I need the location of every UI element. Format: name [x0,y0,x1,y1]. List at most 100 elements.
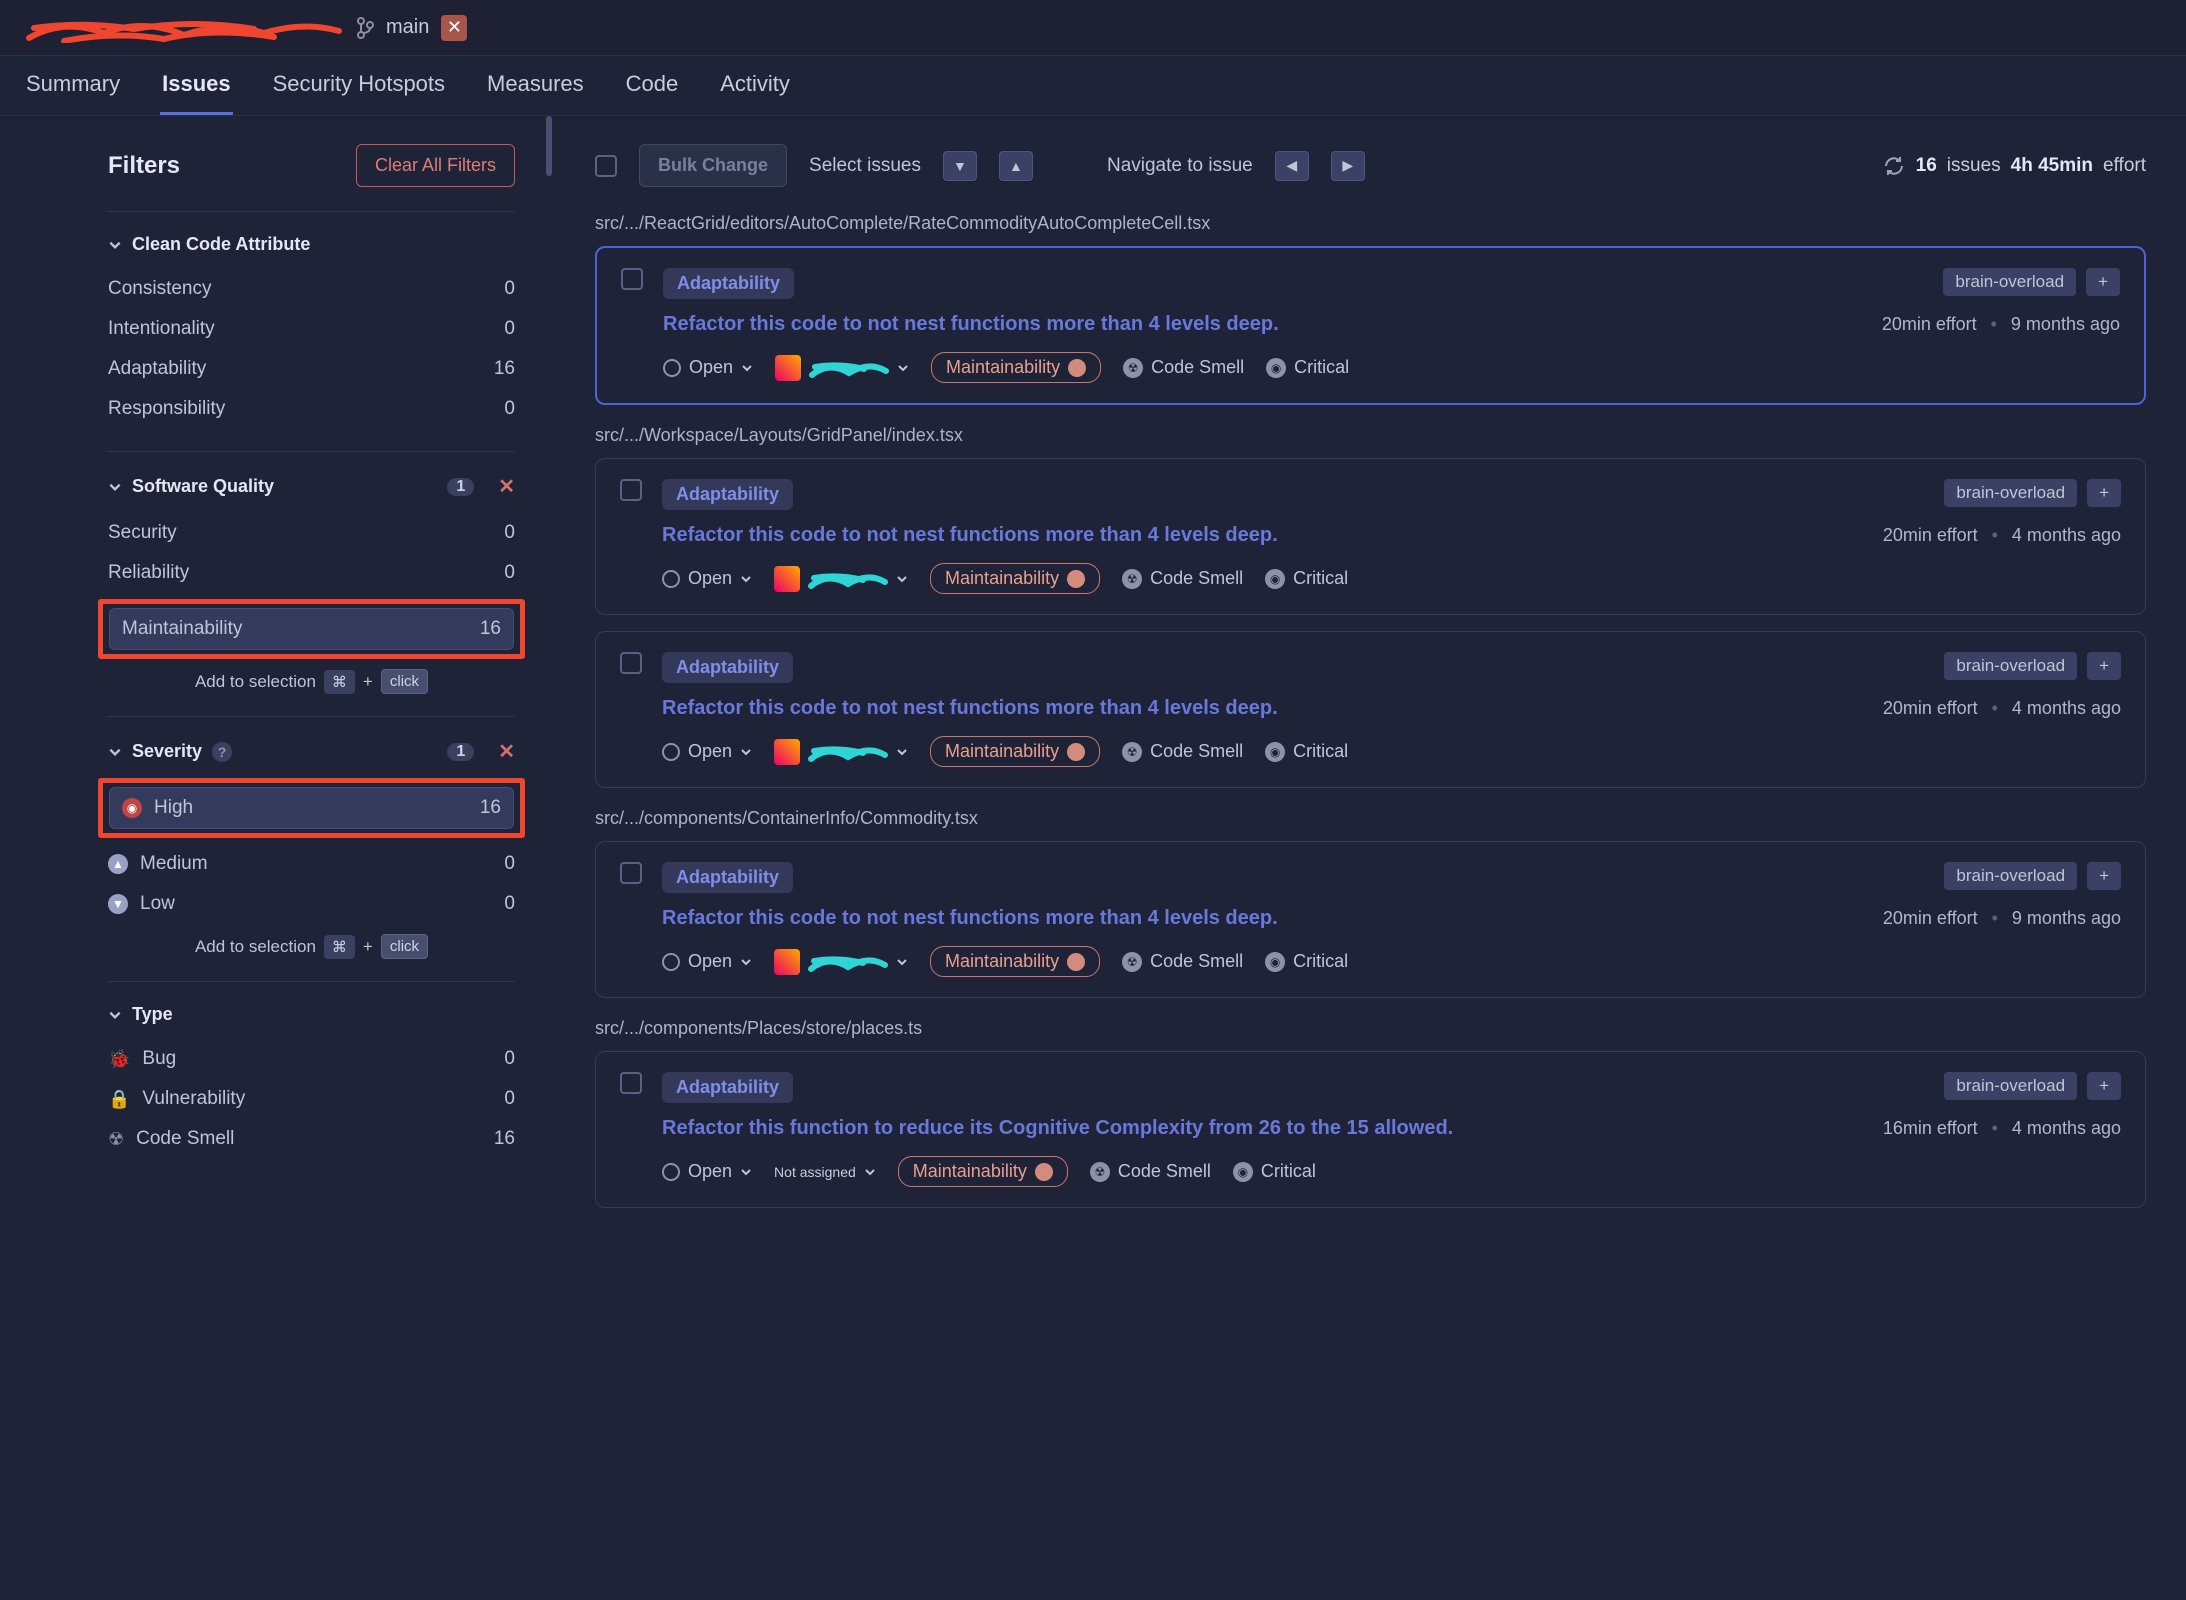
maintainability-pill[interactable]: Maintainability [931,352,1101,383]
section-type[interactable]: Type [108,1004,515,1025]
clear-section-icon[interactable]: ✕ [498,474,515,499]
code-smell-icon: ☢ [1090,1162,1110,1182]
severity-critical[interactable]: ◉Critical [1266,357,1349,378]
navigate-prev-button[interactable]: ◀ [1275,151,1309,181]
adaptability-tag[interactable]: Adaptability [662,479,793,510]
issue-title[interactable]: Refactor this code to not nest functions… [663,313,1820,336]
assignee[interactable] [774,566,908,592]
maintainability-pill[interactable]: Maintainability [930,946,1100,977]
filter-item-adaptability[interactable]: Adaptability 16 [108,349,515,389]
filter-item-reliability[interactable]: Reliability 0 [108,553,515,593]
section-software-quality[interactable]: Software Quality 1 ✕ [108,474,515,499]
filter-item-high[interactable]: ◉High 16 [109,787,514,829]
severity-medium-icon: ▲ [108,854,128,874]
tag-brain-overload[interactable]: brain-overload [1944,652,2077,680]
adaptability-tag[interactable]: Adaptability [662,1072,793,1103]
severity-critical[interactable]: ◉Critical [1265,741,1348,762]
section-clean-code[interactable]: Clean Code Attribute [108,234,515,255]
type-code-smell[interactable]: ☢Code Smell [1090,1161,1211,1182]
help-icon[interactable]: ? [212,742,232,762]
clear-section-icon[interactable]: ✕ [498,739,515,764]
select-down-button[interactable]: ▼ [943,151,977,181]
status-open[interactable]: Open [662,568,752,589]
more-tags-button[interactable]: + [2087,1072,2121,1100]
filter-item-responsibility[interactable]: Responsibility 0 [108,389,515,429]
filter-item-low[interactable]: ▼Low 0 [108,884,515,924]
refresh-icon[interactable] [1882,154,1906,178]
nav-measures[interactable]: Measures [485,56,586,115]
issue-checkbox[interactable] [620,862,642,884]
severity-critical[interactable]: ◉Critical [1233,1161,1316,1182]
tag-brain-overload[interactable]: brain-overload [1944,479,2077,507]
more-tags-button[interactable]: + [2087,862,2121,890]
filter-item-bug[interactable]: 🐞Bug 0 [108,1039,515,1079]
adaptability-tag[interactable]: Adaptability [663,268,794,299]
type-code-smell[interactable]: ☢Code Smell [1122,951,1243,972]
file-path[interactable]: src/.../components/Places/store/places.t… [595,1018,2146,1039]
more-tags-button[interactable]: + [2087,479,2121,507]
filter-item-code-smell[interactable]: ☢Code Smell 16 [108,1119,515,1159]
filter-item-security[interactable]: Security 0 [108,513,515,553]
issue-card[interactable]: Adaptability Refactor this code to not ne… [595,841,2146,998]
branch-name[interactable]: main [386,16,429,39]
adaptability-tag[interactable]: Adaptability [662,652,793,683]
select-up-button[interactable]: ▲ [999,151,1033,181]
issue-card[interactable]: Adaptability Refactor this code to not ne… [595,246,2146,405]
navigate-next-button[interactable]: ▶ [1331,151,1365,181]
status-open[interactable]: Open [662,951,752,972]
clear-all-filters-button[interactable]: Clear All Filters [356,144,515,187]
nav-summary[interactable]: Summary [24,56,122,115]
issue-title[interactable]: Refactor this code to not nest functions… [662,524,1821,547]
file-path[interactable]: src/.../ReactGrid/editors/AutoComplete/R… [595,213,2146,234]
severity-critical[interactable]: ◉Critical [1265,568,1348,589]
status-open[interactable]: Open [663,357,753,378]
issue-checkbox[interactable] [620,1072,642,1094]
type-code-smell[interactable]: ☢Code Smell [1122,568,1243,589]
issue-card[interactable]: Adaptability Refactor this code to not ne… [595,458,2146,615]
nav-code[interactable]: Code [624,56,681,115]
issue-title[interactable]: Refactor this function to reduce its Cog… [662,1117,1821,1140]
issue-title[interactable]: Refactor this code to not nest functions… [662,907,1821,930]
filter-item-consistency[interactable]: Consistency 0 [108,269,515,309]
filter-count: 16 [494,358,515,380]
issue-card[interactable]: Adaptability Refactor this code to not ne… [595,631,2146,788]
status-open[interactable]: Open [662,741,752,762]
assignee[interactable] [774,949,908,975]
filter-item-maintainability[interactable]: Maintainability 16 [109,608,514,650]
nav-activity[interactable]: Activity [718,56,792,115]
tag-brain-overload[interactable]: brain-overload [1944,862,2077,890]
type-code-smell[interactable]: ☢Code Smell [1123,357,1244,378]
tag-brain-overload[interactable]: brain-overload [1943,268,2076,296]
tag-brain-overload[interactable]: brain-overload [1944,1072,2077,1100]
select-issues-label: Select issues [809,155,921,177]
issue-checkbox[interactable] [620,652,642,674]
assignee[interactable] [774,739,908,765]
section-severity[interactable]: Severity ? 1 ✕ [108,739,515,764]
assignee[interactable]: Not assigned [774,1164,876,1180]
select-all-checkbox[interactable] [595,155,617,177]
assignee[interactable] [775,355,909,381]
issue-title[interactable]: Refactor this code to not nest functions… [662,697,1821,720]
adaptability-tag[interactable]: Adaptability [662,862,793,893]
filter-item-vulnerability[interactable]: 🔒Vulnerability 0 [108,1079,515,1119]
maintainability-pill[interactable]: Maintainability [930,736,1100,767]
severity-critical[interactable]: ◉Critical [1265,951,1348,972]
more-tags-button[interactable]: + [2086,268,2120,296]
issue-card[interactable]: Adaptability Refactor this function to re… [595,1051,2146,1208]
branch-close-badge[interactable]: ✕ [441,15,467,41]
bulk-change-button[interactable]: Bulk Change [639,144,787,187]
filter-item-medium[interactable]: ▲Medium 0 [108,844,515,884]
issue-checkbox[interactable] [620,479,642,501]
file-path[interactable]: src/.../Workspace/Layouts/GridPanel/inde… [595,425,2146,446]
status-open[interactable]: Open [662,1161,752,1182]
file-path[interactable]: src/.../components/ContainerInfo/Commodi… [595,808,2146,829]
filter-item-intentionality[interactable]: Intentionality 0 [108,309,515,349]
maintainability-pill[interactable]: Maintainability [930,563,1100,594]
nav-issues[interactable]: Issues [160,56,233,115]
more-tags-button[interactable]: + [2087,652,2121,680]
issue-checkbox[interactable] [621,268,643,290]
filter-count: 16 [494,1128,515,1150]
type-code-smell[interactable]: ☢Code Smell [1122,741,1243,762]
maintainability-pill[interactable]: Maintainability [898,1156,1068,1187]
nav-hotspots[interactable]: Security Hotspots [271,56,447,115]
